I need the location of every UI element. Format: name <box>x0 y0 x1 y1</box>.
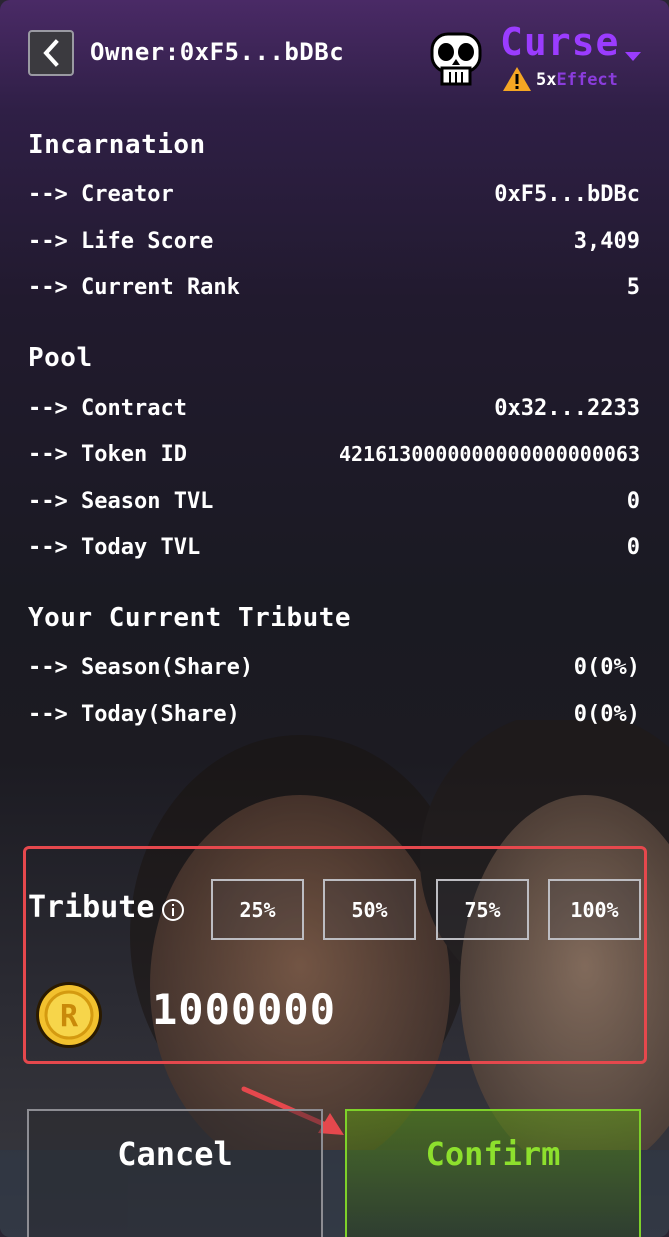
coin-letter: R <box>60 999 79 1034</box>
tribute-amount-input[interactable]: 1000000 <box>152 985 336 1034</box>
season-share-row: --> Season(Share) 0(0%) <box>28 651 640 683</box>
owner-address: Owner:0xF5...bDBc <box>90 38 345 66</box>
tribute-panel: Owner:0xF5...bDBc Curse 5xEffect Incarna… <box>0 0 669 1237</box>
percent-75-button[interactable]: 75% <box>436 879 529 940</box>
percent-50-button[interactable]: 50% <box>323 879 416 940</box>
row-value: 4216130000000000000000063 <box>338 442 640 466</box>
chevron-down-icon[interactable] <box>624 50 642 62</box>
row-label: --> Token ID <box>28 441 187 467</box>
row-label: --> Contract <box>28 395 187 421</box>
cancel-button[interactable]: Cancel <box>27 1109 323 1237</box>
row-label: --> Current Rank <box>28 274 240 300</box>
row-label: --> Life Score <box>28 228 214 254</box>
row-label: --> Today(Share) <box>28 701 240 727</box>
effect-badge: 5xEffect <box>536 70 618 90</box>
row-value: 3,409 <box>573 228 640 254</box>
token-id-row: --> Token ID 4216130000000000000000063 <box>28 438 640 470</box>
percent-100-button[interactable]: 100% <box>548 879 641 940</box>
season-tvl-row: --> Season TVL 0 <box>28 485 640 517</box>
effect-multiplier: 5x <box>536 70 557 90</box>
info-icon[interactable] <box>161 898 185 922</box>
back-button[interactable] <box>28 30 74 76</box>
creator-row: --> Creator 0xF5...bDBc <box>28 178 640 210</box>
row-label: --> Season(Share) <box>28 654 254 680</box>
percent-25-button[interactable]: 25% <box>211 879 304 940</box>
skull-icon[interactable] <box>426 32 486 88</box>
row-value: 0x32...2233 <box>494 395 640 421</box>
confirm-button[interactable]: Confirm <box>345 1109 641 1237</box>
current-tribute-title: Your Current Tribute <box>28 603 352 633</box>
row-value: 0(0%) <box>573 654 640 680</box>
coin-icon: R <box>36 982 102 1048</box>
effect-label: Effect <box>556 70 618 90</box>
pool-title: Pool <box>28 343 93 373</box>
today-tvl-row: --> Today TVL 0 <box>28 531 640 563</box>
life-score-row: --> Life Score 3,409 <box>28 225 640 257</box>
row-value: 5 <box>626 274 640 300</box>
current-rank-row: --> Current Rank 5 <box>28 271 640 303</box>
row-value: 0 <box>626 534 640 560</box>
row-label: --> Today TVL <box>28 534 201 560</box>
warning-icon <box>503 67 531 91</box>
row-value: 0 <box>626 488 640 514</box>
chevron-left-icon <box>43 39 59 67</box>
contract-row: --> Contract 0x32...2233 <box>28 392 640 424</box>
row-label: --> Season TVL <box>28 488 214 514</box>
tribute-label: Tribute <box>28 890 155 925</box>
today-share-row: --> Today(Share) 0(0%) <box>28 698 640 730</box>
row-value: 0(0%) <box>573 701 640 727</box>
row-label: --> Creator <box>28 181 174 207</box>
incarnation-title: Incarnation <box>28 130 206 160</box>
curse-dropdown-label[interactable]: Curse <box>500 20 619 64</box>
row-value: 0xF5...bDBc <box>494 181 640 207</box>
